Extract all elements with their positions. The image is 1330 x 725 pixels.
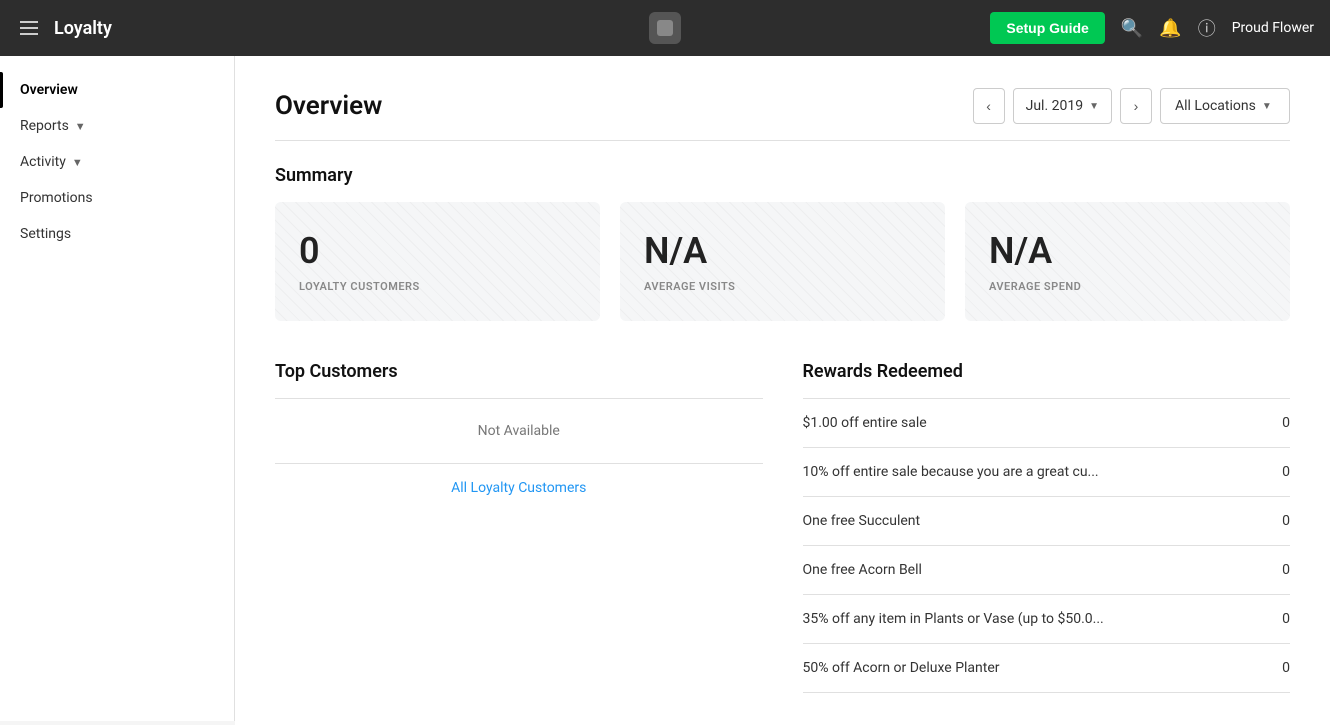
summary-section: Summary 0 LOYALTY CUSTOMERS N/A AVERAGE … xyxy=(275,165,1290,321)
prev-period-button[interactable]: ‹ xyxy=(973,88,1005,124)
rewards-row-count: 0 xyxy=(1270,611,1290,627)
two-column-section: Top Customers Not Available All Loyalty … xyxy=(275,361,1290,693)
search-icon[interactable]: 🔍 xyxy=(1121,18,1143,39)
sidebar-item-settings[interactable]: Settings xyxy=(0,216,234,252)
rewards-row-label: 35% off any item in Plants or Vase (up t… xyxy=(803,611,1271,627)
top-customers-not-available: Not Available xyxy=(275,399,763,464)
date-selector-label: Jul. 2019 xyxy=(1026,98,1083,114)
sidebar-item-promotions-label: Promotions xyxy=(20,190,93,206)
rewards-row: $1.00 off entire sale 0 xyxy=(803,399,1291,448)
rewards-row-count: 0 xyxy=(1270,562,1290,578)
user-name[interactable]: Proud Flower xyxy=(1232,20,1314,36)
summary-cards: 0 LOYALTY CUSTOMERS N/A AVERAGE VISITS N… xyxy=(275,202,1290,321)
date-selector[interactable]: Jul. 2019 ▼ xyxy=(1013,88,1112,124)
next-period-button[interactable]: › xyxy=(1120,88,1152,124)
square-logo-inner xyxy=(657,20,673,36)
topnav-left: Loyalty xyxy=(16,17,449,39)
rewards-row-label: $1.00 off entire sale xyxy=(803,415,1271,431)
rewards-row: 50% off Acorn or Deluxe Planter 0 xyxy=(803,644,1291,693)
activity-chevron-icon: ▼ xyxy=(72,156,83,169)
top-customers-section: Top Customers Not Available All Loyalty … xyxy=(275,361,763,693)
rewards-row-label: One free Succulent xyxy=(803,513,1271,529)
hamburger-menu-button[interactable] xyxy=(16,17,42,39)
location-selector[interactable]: All Locations ▼ xyxy=(1160,88,1290,124)
average-spend-value: N/A xyxy=(989,230,1266,272)
rewards-row-label: 50% off Acorn or Deluxe Planter xyxy=(803,660,1271,676)
main-content: Overview ‹ Jul. 2019 ▼ › All Locations ▼… xyxy=(235,56,1330,725)
average-visits-label: AVERAGE VISITS xyxy=(644,280,921,293)
app-title: Loyalty xyxy=(54,18,112,39)
square-logo xyxy=(649,12,681,44)
help-icon[interactable]: ⓘ xyxy=(1198,15,1216,41)
loyalty-customers-label: LOYALTY CUSTOMERS xyxy=(299,280,576,293)
rewards-list: $1.00 off entire sale 0 10% off entire s… xyxy=(803,399,1291,693)
rewards-row: One free Acorn Bell 0 xyxy=(803,546,1291,595)
rewards-row-label: 10% off entire sale because you are a gr… xyxy=(803,464,1271,480)
top-customers-title: Top Customers xyxy=(275,361,763,382)
notifications-icon[interactable]: 🔔 xyxy=(1159,18,1181,39)
rewards-row: One free Succulent 0 xyxy=(803,497,1291,546)
rewards-row-count: 0 xyxy=(1270,464,1290,480)
header-controls: ‹ Jul. 2019 ▼ › All Locations ▼ xyxy=(973,88,1290,124)
rewards-row-label: One free Acorn Bell xyxy=(803,562,1271,578)
sidebar-item-activity[interactable]: Activity ▼ xyxy=(0,144,234,180)
rewards-redeemed-title: Rewards Redeemed xyxy=(803,361,1291,382)
top-navigation: Loyalty Setup Guide 🔍 🔔 ⓘ Proud Flower xyxy=(0,0,1330,56)
summary-title: Summary xyxy=(275,165,1290,186)
location-selector-label: All Locations xyxy=(1175,98,1256,114)
summary-card-average-spend: N/A AVERAGE SPEND xyxy=(965,202,1290,321)
topnav-right: Setup Guide 🔍 🔔 ⓘ Proud Flower xyxy=(881,12,1314,44)
sidebar-item-overview[interactable]: Overview xyxy=(0,72,234,108)
loyalty-customers-value: 0 xyxy=(299,230,576,272)
sidebar-item-activity-label: Activity xyxy=(20,154,66,170)
all-loyalty-customers-link[interactable]: All Loyalty Customers xyxy=(275,464,763,512)
sidebar: Overview Reports ▼ Activity ▼ Promotions… xyxy=(0,56,235,721)
rewards-row: 35% off any item in Plants or Vase (up t… xyxy=(803,595,1291,644)
page-title: Overview xyxy=(275,91,382,121)
page-layout: Overview Reports ▼ Activity ▼ Promotions… xyxy=(0,0,1330,725)
rewards-row: 10% off entire sale because you are a gr… xyxy=(803,448,1291,497)
reports-chevron-icon: ▼ xyxy=(75,120,86,133)
rewards-row-count: 0 xyxy=(1270,415,1290,431)
topnav-center xyxy=(449,12,882,44)
average-visits-value: N/A xyxy=(644,230,921,272)
sidebar-item-promotions[interactable]: Promotions xyxy=(0,180,234,216)
sidebar-item-reports-label: Reports xyxy=(20,118,69,134)
header-divider xyxy=(275,140,1290,141)
rewards-row-count: 0 xyxy=(1270,660,1290,676)
summary-card-loyalty-customers: 0 LOYALTY CUSTOMERS xyxy=(275,202,600,321)
setup-guide-button[interactable]: Setup Guide xyxy=(990,12,1104,44)
location-chevron-icon: ▼ xyxy=(1262,101,1272,112)
summary-card-average-visits: N/A AVERAGE VISITS xyxy=(620,202,945,321)
rewards-row-count: 0 xyxy=(1270,513,1290,529)
rewards-redeemed-section: Rewards Redeemed $1.00 off entire sale 0… xyxy=(803,361,1291,693)
sidebar-item-reports[interactable]: Reports ▼ xyxy=(0,108,234,144)
sidebar-item-overview-label: Overview xyxy=(20,82,78,98)
sidebar-item-settings-label: Settings xyxy=(20,226,71,242)
average-spend-label: AVERAGE SPEND xyxy=(989,280,1266,293)
date-chevron-icon: ▼ xyxy=(1089,101,1099,112)
page-header: Overview ‹ Jul. 2019 ▼ › All Locations ▼ xyxy=(275,88,1290,124)
